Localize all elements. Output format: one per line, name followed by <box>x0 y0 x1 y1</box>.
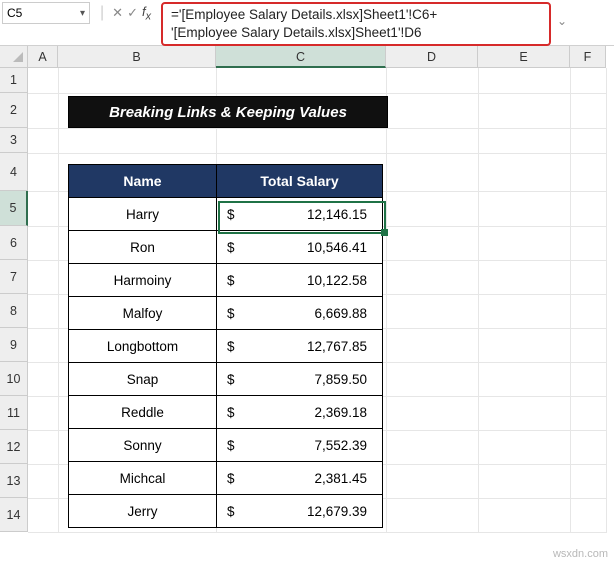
salary-cell[interactable]: $7,859.50 <box>217 363 383 396</box>
watermark: wsxdn.com <box>553 548 608 560</box>
table-row: Longbottom$12,767.85 <box>69 330 383 363</box>
row-headers: 1234567891011121314 <box>0 68 28 566</box>
col-head-B[interactable]: B <box>58 46 216 68</box>
name-box[interactable]: C5 ▾ <box>2 2 90 24</box>
row-head-6[interactable]: 6 <box>0 226 28 260</box>
table-row: Malfoy$6,669.88 <box>69 297 383 330</box>
salary-cell[interactable]: $2,381.45 <box>217 462 383 495</box>
name-cell[interactable]: Ron <box>69 231 217 264</box>
row-head-7[interactable]: 7 <box>0 260 28 294</box>
name-cell[interactable]: Sonny <box>69 429 217 462</box>
row-head-2[interactable]: 2 <box>0 93 28 128</box>
cancel-icon[interactable]: ✕ <box>110 5 125 21</box>
formula-input[interactable]: ='[Employee Salary Details.xlsx]Sheet1'!… <box>161 2 551 46</box>
salary-cell[interactable]: $7,552.39 <box>217 429 383 462</box>
row-head-13[interactable]: 13 <box>0 464 28 498</box>
salary-cell[interactable]: $2,369.18 <box>217 396 383 429</box>
table-row: Harry$12,146.15 <box>69 198 383 231</box>
data-table: Name Total Salary Harry$12,146.15Ron$10,… <box>68 164 383 528</box>
name-cell[interactable]: Jerry <box>69 495 217 528</box>
name-cell[interactable]: Michcal <box>69 462 217 495</box>
table-row: Michcal$2,381.45 <box>69 462 383 495</box>
row-head-11[interactable]: 11 <box>0 396 28 430</box>
formula-text-line2: '[Employee Salary Details.xlsx]Sheet1'!D… <box>171 24 541 42</box>
formula-text-line1: ='[Employee Salary Details.xlsx]Sheet1'!… <box>171 6 541 24</box>
separator: | <box>100 4 104 22</box>
salary-cell[interactable]: $12,679.39 <box>217 495 383 528</box>
row-head-3[interactable]: 3 <box>0 128 28 153</box>
expand-formula-icon[interactable]: ⌄ <box>557 14 567 28</box>
table-row: Jerry$12,679.39 <box>69 495 383 528</box>
table-row: Snap$7,859.50 <box>69 363 383 396</box>
col-head-C[interactable]: C <box>216 46 386 68</box>
row-head-9[interactable]: 9 <box>0 328 28 362</box>
header-salary: Total Salary <box>217 165 383 198</box>
page-title: Breaking Links & Keeping Values <box>68 96 388 128</box>
header-name: Name <box>69 165 217 198</box>
row-head-14[interactable]: 14 <box>0 498 28 532</box>
name-cell[interactable]: Harmoiny <box>69 264 217 297</box>
row-head-8[interactable]: 8 <box>0 294 28 328</box>
name-cell[interactable]: Longbottom <box>69 330 217 363</box>
name-cell[interactable]: Malfoy <box>69 297 217 330</box>
formula-bar: C5 ▾ | ✕ ✓ fx ='[Employee Salary Details… <box>0 0 614 46</box>
table-row: Reddle$2,369.18 <box>69 396 383 429</box>
col-head-D[interactable]: D <box>386 46 478 68</box>
row-head-1[interactable]: 1 <box>0 68 28 93</box>
formula-buttons: | ✕ ✓ fx <box>94 2 157 24</box>
confirm-icon[interactable]: ✓ <box>125 5 140 21</box>
column-headers: ABCDEF <box>28 46 614 68</box>
salary-cell[interactable]: $12,146.15 <box>217 198 383 231</box>
col-head-F[interactable]: F <box>570 46 606 68</box>
salary-cell[interactable]: $10,122.58 <box>217 264 383 297</box>
select-all-corner[interactable] <box>0 46 28 68</box>
name-box-value: C5 <box>7 6 22 20</box>
row-head-12[interactable]: 12 <box>0 430 28 464</box>
row-head-5[interactable]: 5 <box>0 191 28 226</box>
salary-cell[interactable]: $12,767.85 <box>217 330 383 363</box>
page-title-text: Breaking Links & Keeping Values <box>109 104 347 121</box>
table-header-row: Name Total Salary <box>69 165 383 198</box>
salary-cell[interactable]: $10,546.41 <box>217 231 383 264</box>
chevron-down-icon[interactable]: ▾ <box>80 8 85 19</box>
col-head-E[interactable]: E <box>478 46 570 68</box>
fx-icon[interactable]: fx <box>140 4 157 23</box>
row-head-4[interactable]: 4 <box>0 153 28 191</box>
table-row: Sonny$7,552.39 <box>69 429 383 462</box>
table-row: Ron$10,546.41 <box>69 231 383 264</box>
name-cell[interactable]: Reddle <box>69 396 217 429</box>
col-head-A[interactable]: A <box>28 46 58 68</box>
table-row: Harmoiny$10,122.58 <box>69 264 383 297</box>
row-head-10[interactable]: 10 <box>0 362 28 396</box>
grid-area[interactable]: Breaking Links & Keeping Values Name Tot… <box>28 68 614 566</box>
name-cell[interactable]: Harry <box>69 198 217 231</box>
salary-cell[interactable]: $6,669.88 <box>217 297 383 330</box>
name-cell[interactable]: Snap <box>69 363 217 396</box>
